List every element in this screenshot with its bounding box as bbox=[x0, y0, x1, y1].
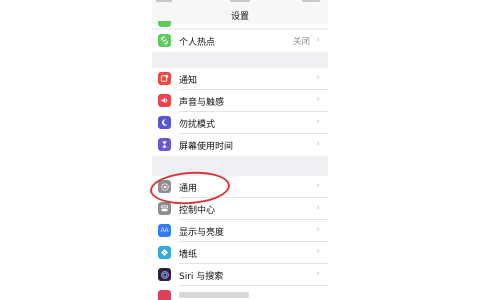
settings-row-display[interactable]: AA 显示与亮度 › bbox=[152, 220, 328, 242]
siri-icon bbox=[158, 268, 171, 281]
chevron-right-icon: › bbox=[316, 117, 320, 127]
chevron-right-icon: › bbox=[316, 269, 320, 279]
row-label: 勿扰模式 bbox=[179, 120, 216, 130]
display-aa-icon: AA bbox=[158, 224, 171, 237]
settings-row-partial[interactable] bbox=[152, 286, 328, 300]
chevron-right-icon: › bbox=[316, 247, 320, 257]
toggles-icon bbox=[158, 202, 171, 215]
chevron-right-icon: › bbox=[316, 95, 320, 105]
settings-row-wallpaper[interactable]: 墙纸 › bbox=[152, 242, 328, 264]
settings-row-dnd[interactable]: 勿扰模式 › bbox=[152, 112, 328, 134]
row-label: Siri 与搜索 bbox=[179, 272, 224, 282]
status-bar-remnant bbox=[230, 0, 250, 2]
hotspot-link-icon bbox=[158, 34, 171, 47]
cellular-icon bbox=[158, 21, 171, 27]
partial-row-above bbox=[152, 21, 328, 28]
row-label: 控制中心 bbox=[179, 206, 216, 216]
settings-row-hotspot[interactable]: 个人热点 关闭 › bbox=[152, 30, 328, 52]
hourglass-icon bbox=[158, 138, 171, 151]
partial-row-icon bbox=[158, 290, 171, 300]
chevron-right-icon: › bbox=[316, 181, 320, 191]
settings-screen: 设置 个人热点 关闭 › 通知 › 声音与触感 › 勿扰模式 › 屏幕使用时间 … bbox=[152, 0, 328, 300]
chevron-right-icon: › bbox=[316, 35, 320, 45]
row-label: 墙纸 bbox=[179, 250, 198, 260]
row-label: 屏幕使用时间 bbox=[179, 142, 234, 152]
group-notifications: 通知 › 声音与触感 › 勿扰模式 › 屏幕使用时间 › bbox=[152, 68, 328, 156]
chevron-right-icon: › bbox=[316, 203, 320, 213]
settings-row-screen-time[interactable]: 屏幕使用时间 › bbox=[152, 134, 328, 156]
row-label: 声音与触感 bbox=[179, 98, 225, 108]
page-title: 设置 bbox=[230, 12, 249, 22]
status-bar-remnant bbox=[302, 0, 320, 2]
status-bar-remnant bbox=[156, 0, 172, 2]
settings-row-notifications[interactable]: 通知 › bbox=[152, 68, 328, 90]
display-aa-text: AA bbox=[160, 227, 169, 234]
notification-bell-icon bbox=[158, 72, 171, 85]
group-connectivity: 个人热点 关闭 › bbox=[152, 30, 328, 52]
settings-row-siri[interactable]: Siri 与搜索 › bbox=[152, 264, 328, 286]
chevron-right-icon: › bbox=[316, 225, 320, 235]
row-label: 显示与亮度 bbox=[179, 228, 225, 238]
navigation-bar: 设置 bbox=[152, 0, 328, 24]
row-value: 关闭 bbox=[292, 37, 310, 47]
moon-icon bbox=[158, 116, 171, 129]
row-label: 通知 bbox=[179, 76, 198, 86]
chevron-right-icon: › bbox=[316, 73, 320, 83]
row-label: 个人热点 bbox=[179, 38, 216, 48]
settings-row-sounds[interactable]: 声音与触感 › bbox=[152, 90, 328, 112]
flower-icon bbox=[158, 246, 171, 259]
chevron-right-icon: › bbox=[316, 139, 320, 149]
speaker-icon bbox=[158, 94, 171, 107]
cut-off-label bbox=[179, 292, 249, 298]
